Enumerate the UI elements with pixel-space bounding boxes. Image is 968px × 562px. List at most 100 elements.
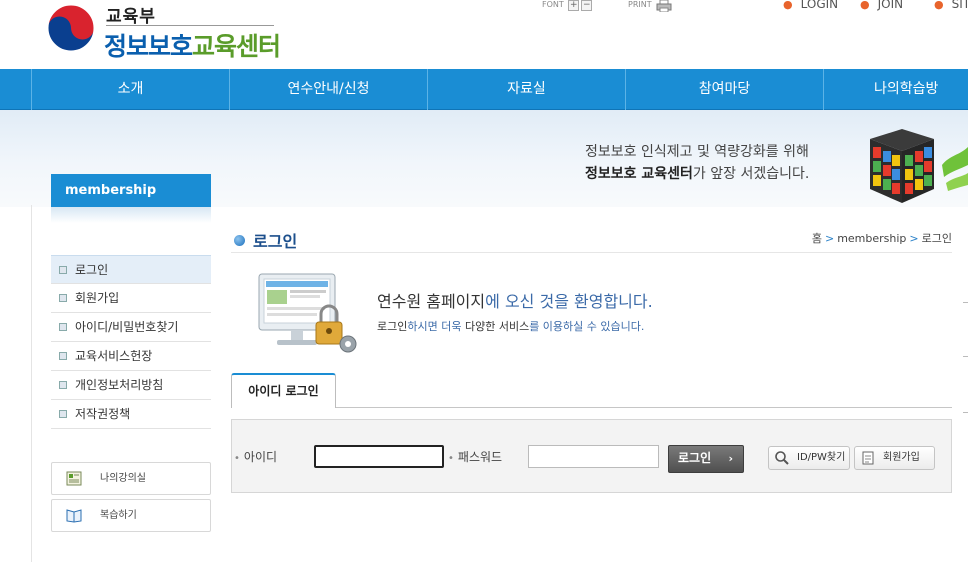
open-book-icon	[66, 509, 82, 523]
gnb-label: 소개	[117, 81, 144, 97]
edge-mark	[963, 412, 968, 413]
id-input[interactable]	[314, 445, 444, 468]
notebook-icon	[66, 471, 82, 486]
breadcrumb-current: 로그인	[921, 232, 952, 245]
review-button[interactable]: 복습하기	[51, 499, 211, 532]
font-size-control: FONT + −	[542, 0, 593, 11]
join-link[interactable]: ● JOIN	[860, 0, 903, 11]
logo-text-green: 교육센터	[192, 32, 281, 61]
print-label: PRINT	[628, 0, 652, 9]
welcome-sub-3: 다양한 서비스	[464, 320, 530, 333]
sidebar-item-privacy-policy[interactable]: 개인정보처리방침	[51, 371, 211, 400]
signup-button[interactable]: 회원가입	[854, 446, 935, 470]
title-divider	[231, 252, 952, 253]
sidebar-item-signup[interactable]: 회원가입	[51, 284, 211, 313]
square-bullet-icon	[59, 265, 67, 274]
banner-text-line2: 정보보호 교육센터가 앞장 서겠습니다.	[585, 163, 809, 183]
dot-bullet: •	[448, 453, 454, 464]
login-button-label: 로그인	[678, 451, 712, 465]
bullet-dot: ●	[860, 0, 870, 11]
tab-underline	[231, 407, 952, 408]
find-id-pw-label: ID/PW찾기	[797, 452, 846, 463]
login-button[interactable]: 로그인 ›	[668, 445, 744, 473]
sidebar-item-service-charter[interactable]: 교육서비스헌장	[51, 342, 211, 371]
banner-text-line1: 정보보호 인식제고 및 역량강화를 위해	[585, 144, 809, 160]
main-navigation: 소개 연수안내/신청 자료실 참여마당 나의학습방	[0, 69, 968, 110]
gnb-item-my-learning[interactable]: 나의학습방	[823, 69, 968, 110]
document-icon	[862, 451, 874, 465]
login-form: • 아이디 • 패스워드 로그인 › ID/PW찾기 회원가입	[231, 419, 952, 493]
find-id-pw-button[interactable]: ID/PW찾기	[768, 446, 850, 470]
square-bullet-icon	[59, 293, 67, 302]
gnb-label: 자료실	[507, 81, 546, 97]
rubiks-cube-icon	[870, 129, 968, 203]
sidebar-item-label: 교육서비스헌장	[75, 349, 153, 363]
gnb-item-training[interactable]: 연수안내/신청	[229, 69, 427, 110]
banner-text-rest: 가 앞장 서겠습니다.	[692, 166, 810, 182]
dot-bullet: •	[234, 453, 240, 464]
gnb-item-intro[interactable]: 소개	[31, 69, 229, 110]
title-bullet-icon	[234, 235, 245, 246]
logo-divider	[106, 25, 274, 26]
chevron-right-icon: >	[909, 232, 919, 245]
sidebar-item-label: 개인정보처리방침	[75, 378, 164, 392]
edge-mark	[963, 302, 968, 303]
my-classroom-label: 나의강의실	[100, 473, 146, 484]
logo-center-text: 정보보호교육센터	[104, 27, 281, 63]
id-label-text: 아이디	[243, 450, 278, 464]
left-divider	[31, 205, 32, 562]
sidebar-item-find-account[interactable]: 아이디/비밀번호찾기	[51, 313, 211, 342]
square-bullet-icon	[59, 322, 67, 331]
square-bullet-icon	[59, 409, 67, 418]
edge-mark	[963, 356, 968, 357]
sidebar-menu: 로그인 회원가입 아이디/비밀번호찾기 교육서비스헌장 개인정보처리방침 저작권…	[51, 255, 211, 429]
join-link-text: JOIN	[877, 0, 904, 11]
site-logo[interactable]: 교육부 정보보호교육센터	[44, 0, 284, 62]
id-label: • 아이디	[234, 448, 277, 465]
my-classroom-button[interactable]: 나의강의실	[51, 462, 211, 495]
review-label: 복습하기	[100, 510, 137, 521]
sidebar-item-label: 회원가입	[75, 291, 120, 305]
login-link-text: LOGIN	[800, 0, 839, 11]
square-bullet-icon	[59, 351, 67, 360]
taegeuk-logo-icon	[47, 4, 95, 52]
sidebar-item-label: 아이디/비밀번호찾기	[75, 320, 179, 334]
square-bullet-icon	[59, 380, 67, 389]
sitemap-link-text: SITE	[951, 0, 968, 11]
gnb-label: 참여마당	[698, 81, 751, 97]
sidebar-title-shadow	[51, 207, 211, 223]
welcome-heading: 연수원 홈페이지에 오신 것을 환영합니다.	[377, 288, 653, 312]
logo-ministry-text: 교육부	[106, 7, 156, 27]
breadcrumb-home[interactable]: 홈	[812, 232, 822, 245]
breadcrumb-membership[interactable]: membership	[837, 232, 906, 245]
sidebar-item-label: 로그인	[75, 263, 109, 277]
printer-icon	[656, 0, 672, 12]
font-increase-button[interactable]: +	[568, 0, 580, 11]
font-decrease-button[interactable]: −	[581, 0, 593, 11]
gnb-item-resources[interactable]: 자료실	[427, 69, 625, 110]
sidebar-item-login[interactable]: 로그인	[51, 255, 211, 284]
computer-lock-illustration	[258, 273, 357, 353]
password-input[interactable]	[528, 445, 659, 468]
login-link[interactable]: ● LOGIN	[783, 0, 838, 11]
sidebar-section-title: membership	[51, 174, 211, 207]
welcome-heading-rest: 에 오신 것을 환영합니다.	[485, 292, 653, 311]
gnb-label: 연수안내/신청	[287, 81, 370, 97]
gnb-item-community[interactable]: 참여마당	[625, 69, 823, 110]
chevron-right-icon: ›	[728, 452, 733, 465]
chevron-right-icon: >	[824, 232, 835, 245]
sitemap-link[interactable]: ● SITE	[934, 0, 968, 11]
magnifier-icon	[775, 451, 789, 465]
welcome-heading-strong: 연수원 홈페이지	[377, 292, 486, 311]
logo-text-blue: 정보보호	[104, 32, 193, 61]
welcome-sub-1: 로그인	[377, 320, 408, 333]
tab-id-login[interactable]: 아이디 로그인	[231, 373, 336, 408]
print-control[interactable]: PRINT	[628, 0, 672, 12]
sidebar-item-copyright-policy[interactable]: 저작권정책	[51, 400, 211, 429]
breadcrumb: 홈 > membership > 로그인	[812, 230, 952, 246]
bullet-dot: ●	[783, 0, 793, 11]
password-label: • 패스워드	[448, 448, 502, 465]
banner-strong-text: 정보보호 교육센터	[585, 166, 693, 182]
bullet-dot: ●	[934, 0, 944, 11]
password-label-text: 패스워드	[457, 450, 503, 464]
